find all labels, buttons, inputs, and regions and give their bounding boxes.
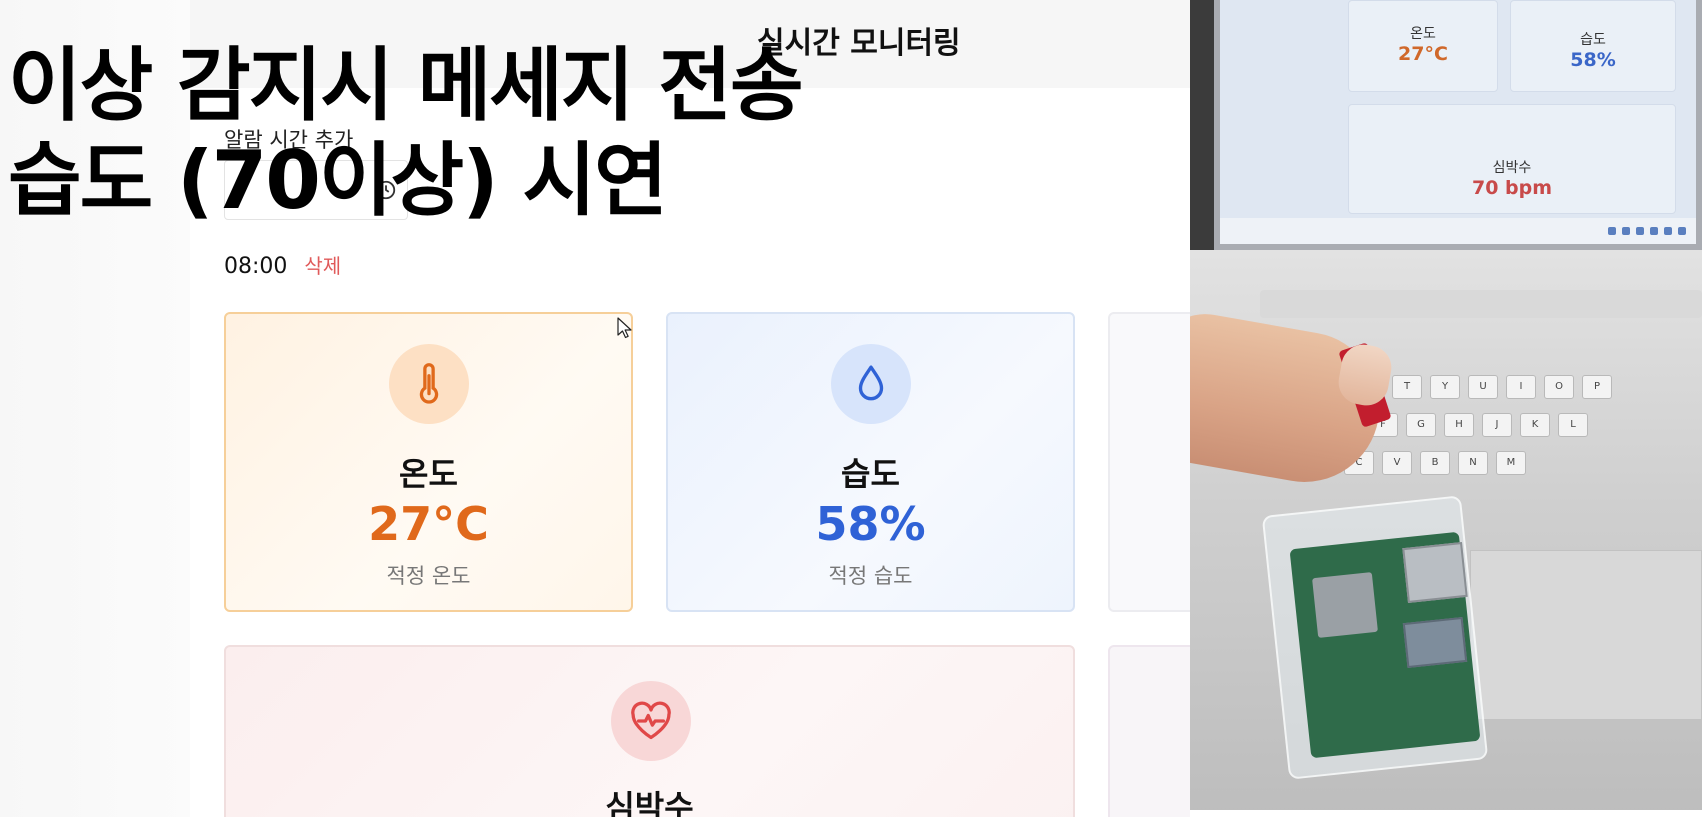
droplet-icon (831, 344, 911, 424)
keyboard-key: J (1482, 413, 1512, 437)
humidity-card: 습도 58% 적정 습도 (666, 312, 1075, 612)
temperature-value: 27°C (368, 497, 489, 551)
caption-line-1: 이상 감지시 메세지 전송 (8, 39, 804, 132)
keyboard-key: I (1506, 375, 1536, 399)
laptop-taskbar (1220, 218, 1696, 244)
keyboard-key: V (1382, 451, 1412, 475)
alarm-delete-button[interactable]: 삭제 (304, 254, 341, 278)
mouse-cursor-icon (617, 317, 633, 343)
keyboard-key: B (1420, 451, 1450, 475)
laptop-hinge (1260, 290, 1702, 318)
thermometer-icon (389, 344, 469, 424)
alarm-list-item: 08:00 삭제 (224, 250, 341, 279)
laptop-screen: 온도 27°C 습도 58% 심박수 70 bpm (1214, 0, 1702, 250)
camera-photo-panel: 온도 27°C 습도 58% 심박수 70 bpm QWERTYUIOPASDF… (1190, 0, 1702, 817)
humidity-value: 58% (815, 497, 926, 551)
heart-rate-card: 심박수 (224, 645, 1075, 817)
keyboard-key: Y (1430, 375, 1460, 399)
alarm-time: 08:00 (224, 254, 288, 279)
mini-heart-rate-card: 심박수 70 bpm (1348, 104, 1676, 214)
keyboard-key: T (1392, 375, 1422, 399)
pi-usb-port (1402, 542, 1468, 603)
keyboard-key: N (1458, 451, 1488, 475)
laptop-touchpad (1470, 550, 1702, 720)
keyboard-key: G (1406, 413, 1436, 437)
humidity-status: 적정 습도 (828, 564, 913, 588)
temperature-card: 온도 27°C 적정 온도 (224, 312, 633, 612)
mini-humidity-card: 습도 58% (1510, 0, 1676, 92)
heart-pulse-icon (611, 681, 691, 761)
keyboard-key: O (1544, 375, 1574, 399)
video-caption: 이상 감지시 메세지 전송 습도 (70이상) 시연 (8, 38, 804, 228)
pi-heatsink (1312, 572, 1378, 638)
photo-bottom-strip (1190, 810, 1702, 817)
temperature-label: 온도 (399, 455, 458, 493)
keyboard-key: L (1558, 413, 1588, 437)
humidity-label: 습도 (841, 455, 900, 493)
keyboard-key: M (1496, 451, 1526, 475)
caption-line-2: 습도 (70이상) 시연 (8, 134, 668, 227)
keyboard-key: K (1520, 413, 1550, 437)
keyboard-key: U (1468, 375, 1498, 399)
mini-temperature-card: 온도 27°C (1348, 0, 1498, 92)
keyboard-key: H (1444, 413, 1474, 437)
temperature-status: 적정 온도 (386, 564, 471, 588)
keyboard-key: P (1582, 375, 1612, 399)
heart-rate-label: 심박수 (605, 788, 694, 817)
pi-ethernet-port (1402, 616, 1468, 669)
